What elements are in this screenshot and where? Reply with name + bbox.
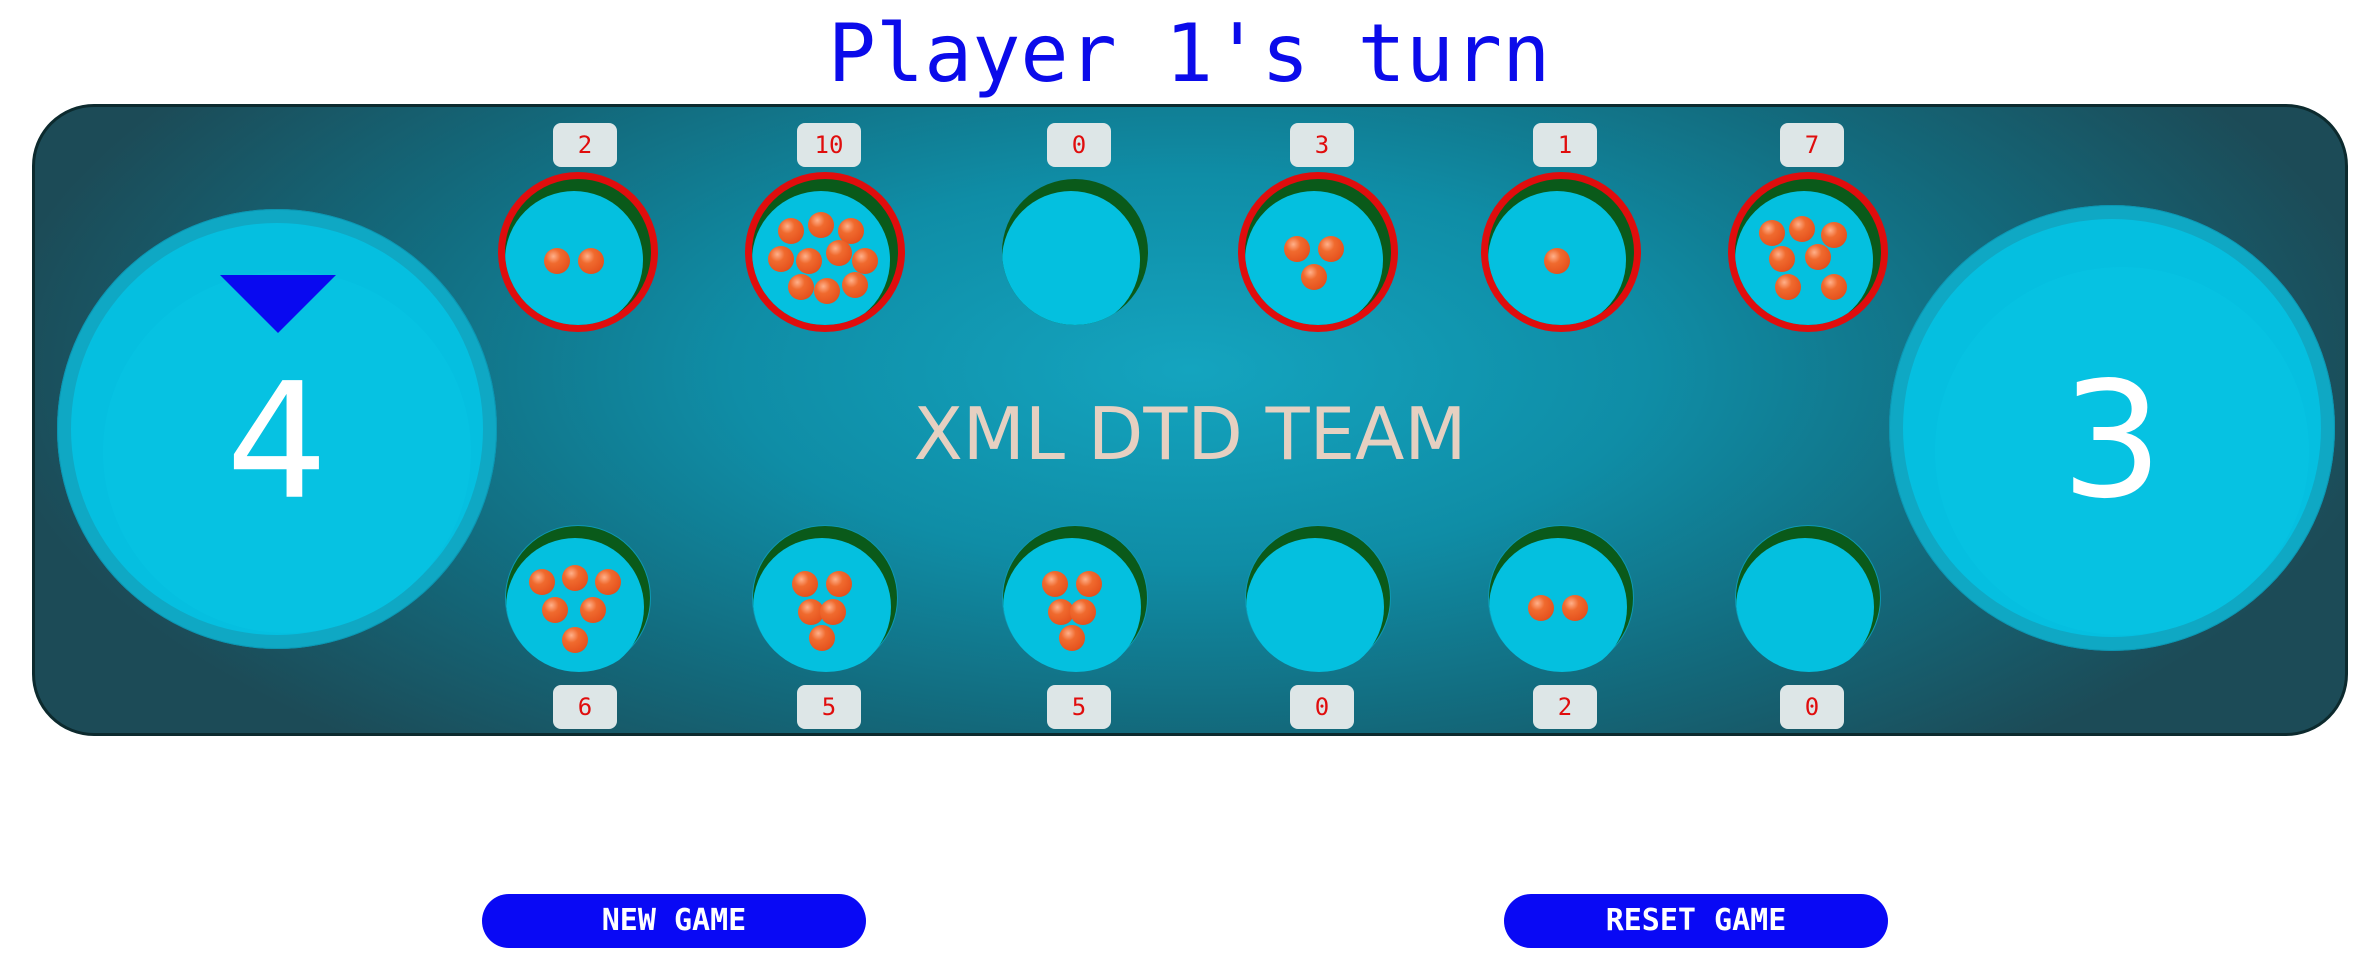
pit-top-5-count: 1 (1533, 123, 1597, 167)
seed (808, 212, 834, 238)
seed (1076, 571, 1102, 597)
pit-bottom-1-count: 6 (553, 685, 617, 729)
reset-game-button[interactable]: RESET GAME (1504, 894, 1888, 948)
pit-bottom-4[interactable] (1245, 525, 1391, 672)
seed (1301, 264, 1327, 290)
seed (1070, 599, 1096, 625)
new-game-button[interactable]: NEW GAME (482, 894, 866, 948)
seed (1775, 274, 1801, 300)
store-right: 3 (1889, 205, 2335, 651)
turn-status-title: Player 1's turn (827, 7, 1551, 100)
store-right-count: 3 (2061, 346, 2163, 534)
seed (595, 569, 621, 595)
seed (1544, 248, 1570, 274)
pit-bottom-3[interactable] (1002, 525, 1148, 672)
seed (1769, 246, 1795, 272)
pit-top-2[interactable] (752, 179, 898, 325)
pit-top-3[interactable] (1002, 179, 1148, 325)
turn-indicator-icon (220, 275, 336, 333)
seed (788, 274, 814, 300)
pit-bottom-2[interactable] (752, 525, 898, 672)
seed (768, 246, 794, 272)
seed (796, 248, 822, 274)
pit-bottom-5[interactable] (1488, 525, 1634, 672)
pit-top-5[interactable] (1488, 179, 1634, 325)
seed (852, 248, 878, 274)
seed (1821, 274, 1847, 300)
mancala-board: XML DTD TEAM 4 3 2 10 0 3 1 7 6 5 5 0 2 … (32, 104, 2348, 736)
pit-top-6-count: 7 (1780, 123, 1844, 167)
seed (826, 240, 852, 266)
pit-top-4-count: 3 (1290, 123, 1354, 167)
pit-top-1-count: 2 (553, 123, 617, 167)
seed (820, 599, 846, 625)
seed (562, 627, 588, 653)
seed (580, 597, 606, 623)
pit-bottom-1[interactable] (505, 525, 651, 672)
pit-bottom-5-count: 2 (1533, 685, 1597, 729)
seed (826, 571, 852, 597)
seed (529, 569, 555, 595)
pit-bottom-6-count: 0 (1780, 685, 1844, 729)
seed (1805, 244, 1831, 270)
seed (778, 218, 804, 244)
seed (809, 625, 835, 651)
seed (1789, 216, 1815, 242)
seed (814, 278, 840, 304)
seed (792, 571, 818, 597)
seed (1318, 236, 1344, 262)
seed (1284, 236, 1310, 262)
store-left-count: 4 (226, 347, 328, 535)
seed (1821, 222, 1847, 248)
seed (842, 272, 868, 298)
seed (1042, 571, 1068, 597)
pit-top-2-count: 10 (797, 123, 861, 167)
pit-bottom-2-count: 5 (797, 685, 861, 729)
seed (544, 248, 570, 274)
seed (542, 597, 568, 623)
seed (562, 565, 588, 591)
seed (1562, 595, 1588, 621)
pit-bottom-6[interactable] (1735, 525, 1881, 672)
seed (1759, 220, 1785, 246)
seed (1528, 595, 1554, 621)
seed (1059, 625, 1085, 651)
pit-top-1[interactable] (505, 179, 651, 325)
pit-bottom-3-count: 5 (1047, 685, 1111, 729)
seed (578, 248, 604, 274)
pit-bottom-4-count: 0 (1290, 685, 1354, 729)
pit-top-3-count: 0 (1047, 123, 1111, 167)
pit-top-6[interactable] (1735, 179, 1881, 325)
pit-top-4[interactable] (1245, 179, 1391, 325)
